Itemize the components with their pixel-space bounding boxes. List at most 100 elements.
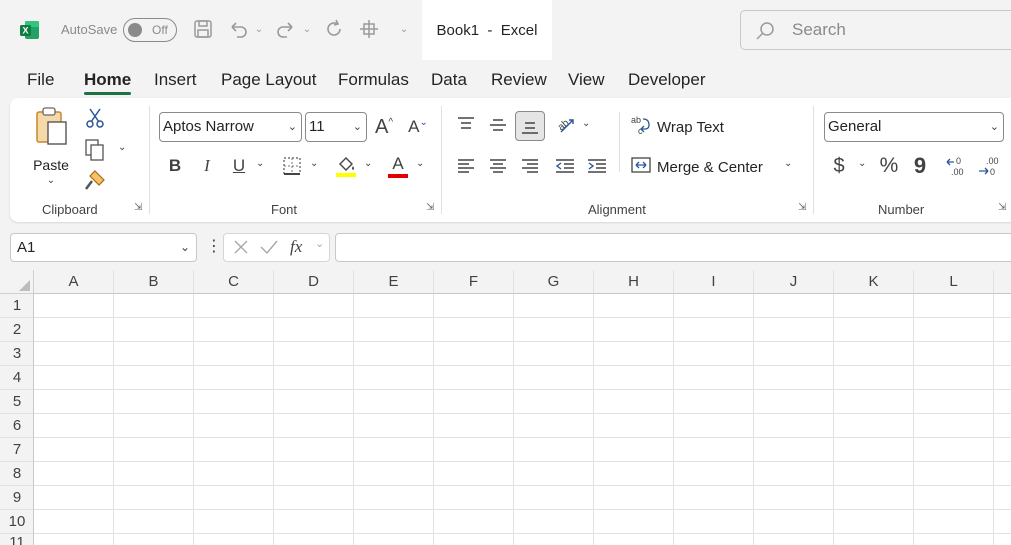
row-header[interactable]: 3 (0, 342, 34, 366)
font-dialog-launcher-icon[interactable]: ⇲ (426, 203, 437, 214)
borders-icon[interactable] (280, 152, 304, 180)
row-header[interactable]: 11 (0, 534, 34, 545)
worksheet-grid[interactable]: A B C D E F G H I J K L 1 2 3 4 5 6 7 8 … (0, 270, 1011, 545)
column-header[interactable]: D (274, 270, 354, 294)
column-header[interactable]: E (354, 270, 434, 294)
underline-button[interactable]: U (228, 152, 250, 180)
column-header[interactable]: F (434, 270, 514, 294)
decrease-indent-icon[interactable] (553, 152, 577, 180)
insert-function-icon[interactable]: fx (290, 237, 302, 257)
select-all-corner[interactable] (0, 270, 34, 294)
refresh-icon[interactable] (322, 18, 346, 42)
orientation-dropdown-icon[interactable]: ⌄ (582, 118, 590, 129)
bottom-align-icon[interactable] (515, 111, 545, 141)
cut-icon[interactable] (84, 106, 106, 130)
touch-mode-icon[interactable] (357, 18, 381, 42)
redo-dropdown-icon[interactable]: ⌄ (301, 18, 313, 42)
search-box[interactable]: Search (740, 10, 1011, 50)
borders-dropdown-icon[interactable]: ⌄ (310, 158, 318, 169)
formula-input[interactable] (335, 233, 1011, 262)
column-header-partial[interactable] (994, 270, 1011, 294)
grid-line (34, 341, 1011, 342)
row-header[interactable]: 7 (0, 438, 34, 462)
menu-view[interactable]: View (568, 70, 605, 92)
save-icon[interactable] (191, 18, 215, 42)
paste-label: Paste (33, 157, 69, 173)
top-align-icon[interactable] (454, 112, 478, 138)
name-box[interactable]: A1 ⌄ (10, 233, 197, 262)
row-header[interactable]: 10 (0, 510, 34, 534)
row-header[interactable]: 9 (0, 486, 34, 510)
cancel-icon[interactable] (232, 238, 250, 261)
menu-file[interactable]: File (27, 70, 54, 92)
menu-formulas[interactable]: Formulas (338, 70, 409, 92)
bold-button[interactable]: B (164, 152, 186, 180)
copy-icon[interactable] (84, 138, 106, 162)
number-dialog-launcher-icon[interactable]: ⇲ (998, 203, 1009, 214)
column-header[interactable]: H (594, 270, 674, 294)
decrease-font-size-icon[interactable]: A ⌄ (406, 112, 430, 142)
paste-button[interactable]: Paste ⌄ (28, 106, 74, 186)
align-right-icon[interactable] (518, 152, 542, 180)
merge-center-button[interactable]: Merge & Center (630, 152, 780, 182)
menu-page-layout[interactable]: Page Layout (221, 70, 316, 92)
increase-indent-icon[interactable] (585, 152, 609, 180)
column-header[interactable]: I (674, 270, 754, 294)
column-header[interactable]: L (914, 270, 994, 294)
column-header[interactable]: C (194, 270, 274, 294)
increase-font-size-icon[interactable]: A ^ (372, 112, 396, 142)
row-header[interactable]: 5 (0, 390, 34, 414)
undo-icon[interactable] (226, 18, 250, 42)
row-header[interactable]: 6 (0, 414, 34, 438)
menu-developer[interactable]: Developer (628, 70, 706, 92)
menu-review[interactable]: Review (491, 70, 547, 92)
percent-button[interactable]: % (876, 152, 902, 180)
undo-dropdown-icon[interactable]: ⌄ (253, 18, 265, 42)
font-size-select[interactable]: 11 ⌄ (305, 112, 367, 142)
menu-insert[interactable]: Insert (154, 70, 197, 92)
chevron-down-icon[interactable]: ⌄ (315, 237, 324, 250)
comma-style-button[interactable]: 9 (910, 152, 930, 180)
fill-color-dropdown-icon[interactable]: ⌄ (364, 158, 372, 169)
decrease-decimal-icon[interactable]: .00 0 (976, 152, 1002, 180)
row-header[interactable]: 4 (0, 366, 34, 390)
number-format-select[interactable]: General ⌄ (824, 112, 1004, 142)
menu-data[interactable]: Data (431, 70, 467, 92)
middle-align-icon[interactable] (486, 112, 510, 138)
clipboard-dialog-launcher-icon[interactable]: ⇲ (134, 203, 145, 214)
merge-center-dropdown-icon[interactable]: ⌄ (784, 158, 792, 169)
currency-button[interactable]: $ (828, 152, 850, 180)
increase-decimal-icon[interactable]: 0.00 (944, 152, 970, 180)
format-painter-icon[interactable] (84, 168, 106, 192)
italic-button[interactable]: I (196, 152, 218, 180)
align-left-icon[interactable] (454, 152, 478, 180)
grid-line (753, 294, 754, 545)
underline-dropdown-icon[interactable]: ⌄ (256, 158, 264, 169)
copy-dropdown-icon[interactable]: ⌄ (118, 142, 126, 153)
menu-home[interactable]: Home (84, 70, 131, 92)
autosave-toggle[interactable]: Off (123, 18, 177, 42)
column-header[interactable]: B (114, 270, 194, 294)
enter-icon[interactable] (259, 238, 279, 261)
alignment-dialog-launcher-icon[interactable]: ⇲ (798, 203, 809, 214)
font-color-dropdown-icon[interactable]: ⌄ (416, 158, 424, 169)
fill-color-icon[interactable] (334, 152, 358, 180)
orientation-icon[interactable]: ab (553, 112, 579, 138)
font-name-select[interactable]: Aptos Narrow ⌄ (159, 112, 302, 142)
column-header[interactable]: J (754, 270, 834, 294)
align-center-icon[interactable] (486, 152, 510, 180)
column-header[interactable]: G (514, 270, 594, 294)
row-header[interactable]: 8 (0, 462, 34, 486)
grid-line (993, 294, 994, 545)
more-options-icon[interactable]: ⋮ (206, 237, 222, 259)
currency-dropdown-icon[interactable]: ⌄ (858, 158, 866, 169)
column-header[interactable]: K (834, 270, 914, 294)
wrap-text-button[interactable]: ab c Wrap Text (630, 112, 730, 142)
font-color-icon[interactable]: A (386, 152, 410, 180)
customize-qat-icon[interactable]: ⌄ (398, 18, 410, 42)
row-header[interactable]: 2 (0, 318, 34, 342)
column-header[interactable]: A (34, 270, 114, 294)
row-header[interactable]: 1 (0, 294, 34, 318)
redo-icon[interactable] (274, 18, 298, 42)
paste-dropdown-icon[interactable]: ⌄ (47, 175, 55, 186)
